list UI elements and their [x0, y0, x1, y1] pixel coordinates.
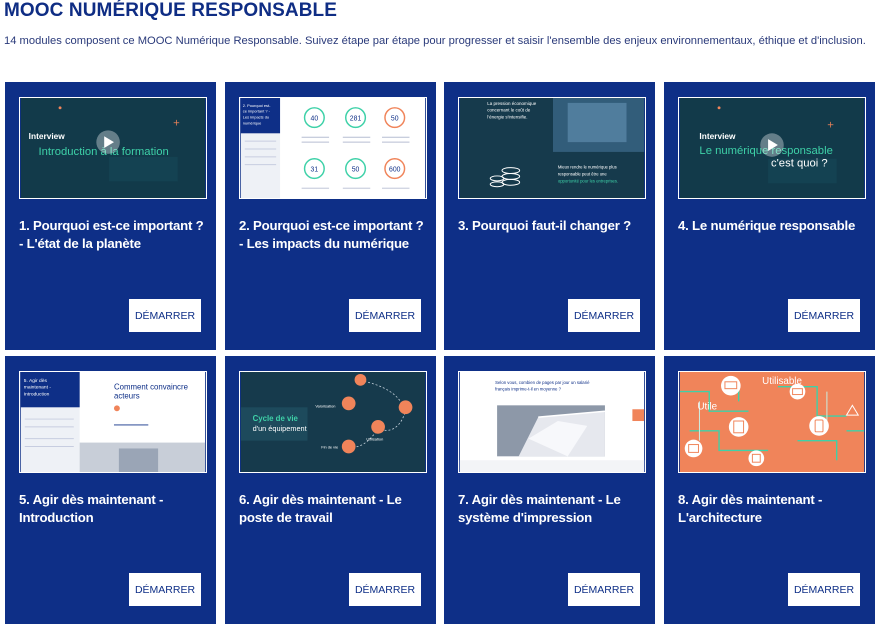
video-thumbnail-4: + Interview Le numérique responsable c'e…	[679, 98, 865, 198]
module-title[interactable]: 8. Agir dès maintenant - L'architecture	[678, 491, 868, 527]
svg-text:281: 281	[350, 116, 362, 123]
start-button[interactable]: DÉMARRER	[788, 299, 860, 332]
svg-text:+: +	[173, 118, 180, 128]
slide-thumbnail-5: 5. Agir dès maintenant - Introduction Co…	[20, 372, 206, 472]
module-title[interactable]: 2. Pourquoi est-ce important ? - Les imp…	[239, 217, 429, 253]
start-button[interactable]: DÉMARRER	[349, 573, 421, 606]
svg-text:Utile: Utile	[697, 401, 717, 412]
svg-text:Introduction: Introduction	[24, 392, 50, 398]
database-icon	[728, 417, 749, 437]
svg-text:50: 50	[352, 167, 360, 174]
svg-text:40: 40	[311, 116, 319, 123]
module-thumbnail-4[interactable]: + Interview Le numérique responsable c'e…	[678, 97, 866, 199]
svg-text:c'est quoi ?: c'est quoi ?	[771, 158, 828, 170]
svg-text:Les impacts du: Les impacts du	[243, 115, 269, 120]
module-title[interactable]: 3. Pourquoi faut-il changer ?	[458, 217, 648, 235]
module-card-2[interactable]: 2. Pourquoi est- ce important ? - Les im…	[225, 82, 436, 350]
svg-text:Utilisation: Utilisation	[366, 437, 383, 442]
svg-text:Fin de vie: Fin de vie	[321, 444, 338, 449]
video-thumbnail-1: + Interview Introduction à la formation	[20, 98, 206, 198]
screen-icon	[789, 383, 806, 400]
module-card-3[interactable]: La pression économique concernant le coû…	[444, 82, 655, 350]
module-thumbnail-8[interactable]: Utilisable Utile	[678, 371, 866, 473]
module-card-5[interactable]: 5. Agir dès maintenant - Introduction Co…	[5, 356, 216, 624]
server-icon	[748, 450, 765, 467]
slide-thumbnail-2: 2. Pourquoi est- ce important ? - Les im…	[240, 98, 426, 198]
slide-thumbnail-3: La pression économique concernant le coû…	[459, 98, 645, 198]
module-thumbnail-3[interactable]: La pression économique concernant le coû…	[458, 97, 646, 199]
module-title[interactable]: 1. Pourquoi est-ce important ? - L'état …	[19, 217, 209, 253]
svg-text:maintenant -: maintenant -	[24, 385, 52, 391]
module-card-6[interactable]: Cycle de vie d'un équipement Valorisatio…	[225, 356, 436, 624]
start-button[interactable]: DÉMARRER	[129, 299, 201, 332]
slide-thumbnail-6: Cycle de vie d'un équipement Valorisatio…	[240, 372, 426, 472]
tablet-icon	[684, 439, 703, 458]
svg-text:La pression économique: La pression économique	[487, 101, 537, 106]
start-button[interactable]: DÉMARRER	[129, 573, 201, 606]
svg-text:numérique: numérique	[243, 120, 261, 125]
start-button[interactable]: DÉMARRER	[568, 299, 640, 332]
module-title[interactable]: 4. Le numérique responsable	[678, 217, 868, 235]
svg-text:Cycle de vie: Cycle de vie	[253, 414, 299, 423]
laptop-icon	[721, 375, 741, 396]
slide-thumbnail-7: Selon vous, combien de pages par jour un…	[459, 372, 645, 472]
module-thumbnail-7[interactable]: Selon vous, combien de pages par jour un…	[458, 371, 646, 473]
svg-text:600: 600	[389, 167, 401, 174]
svg-text:opportunité pour les entrepris: opportunité pour les entreprises.	[558, 178, 618, 183]
module-thumbnail-5[interactable]: 5. Agir dès maintenant - Introduction Co…	[19, 371, 207, 473]
thumb-label: 2. Pourquoi est-	[243, 103, 271, 108]
svg-text:l'énergie s'intensifie.: l'énergie s'intensifie.	[487, 115, 527, 120]
svg-text:50: 50	[391, 116, 399, 123]
svg-text:français imprime-t-il en moyen: français imprime-t-il en moyenne ?	[495, 387, 562, 392]
start-button[interactable]: DÉMARRER	[568, 573, 640, 606]
start-button[interactable]: DÉMARRER	[349, 299, 421, 332]
module-card-7[interactable]: Selon vous, combien de pages par jour un…	[444, 356, 655, 624]
svg-text:Comment convaincre: Comment convaincre	[114, 383, 188, 392]
module-grid: + Interview Introduction à la formation …	[5, 82, 877, 628]
module-thumbnail-6[interactable]: Cycle de vie d'un équipement Valorisatio…	[239, 371, 427, 473]
module-title[interactable]: 6. Agir dès maintenant - Le poste de tra…	[239, 491, 429, 527]
svg-text:ce important ? -: ce important ? -	[243, 109, 271, 114]
module-card-1[interactable]: + Interview Introduction à la formation …	[5, 82, 216, 350]
svg-text:Interview: Interview	[699, 131, 736, 141]
module-card-4[interactable]: + Interview Le numérique responsable c'e…	[664, 82, 875, 350]
thumb-label: Interview	[29, 131, 66, 141]
svg-text:d'un équipement: d'un équipement	[253, 424, 307, 433]
svg-text:Mieux rendre le numérique plus: Mieux rendre le numérique plus	[558, 165, 617, 170]
module-thumbnail-2[interactable]: 2. Pourquoi est- ce important ? - Les im…	[239, 97, 427, 199]
svg-text:acteurs: acteurs	[114, 391, 140, 400]
svg-text:concernant le coût de: concernant le coût de	[487, 108, 531, 113]
module-title[interactable]: 7. Agir dès maintenant - Le système d'im…	[458, 491, 648, 527]
svg-text:+: +	[827, 120, 834, 130]
svg-text:31: 31	[311, 167, 319, 174]
svg-text:Valorisation: Valorisation	[315, 403, 335, 408]
start-button[interactable]: DÉMARRER	[788, 573, 860, 606]
svg-text:responsable peut être une: responsable peut être une	[558, 171, 608, 176]
phone-icon	[809, 416, 829, 436]
svg-text:Selon vous, combien de pages p: Selon vous, combien de pages par jour un…	[495, 380, 590, 385]
module-title[interactable]: 5. Agir dès maintenant - Introduction	[19, 491, 209, 527]
svg-text:5. Agir dès: 5. Agir dès	[24, 378, 48, 384]
slide-thumbnail-8: Utilisable Utile	[679, 372, 865, 472]
module-card-8[interactable]: Utilisable Utile 8. Agir dès maintenant …	[664, 356, 875, 624]
page-title: MOOC NUMÉRIQUE RESPONSABLE	[4, 0, 338, 21]
page-subtitle: 14 modules composent ce MOOC Numérique R…	[4, 35, 866, 47]
module-thumbnail-1[interactable]: + Interview Introduction à la formation	[19, 97, 207, 199]
